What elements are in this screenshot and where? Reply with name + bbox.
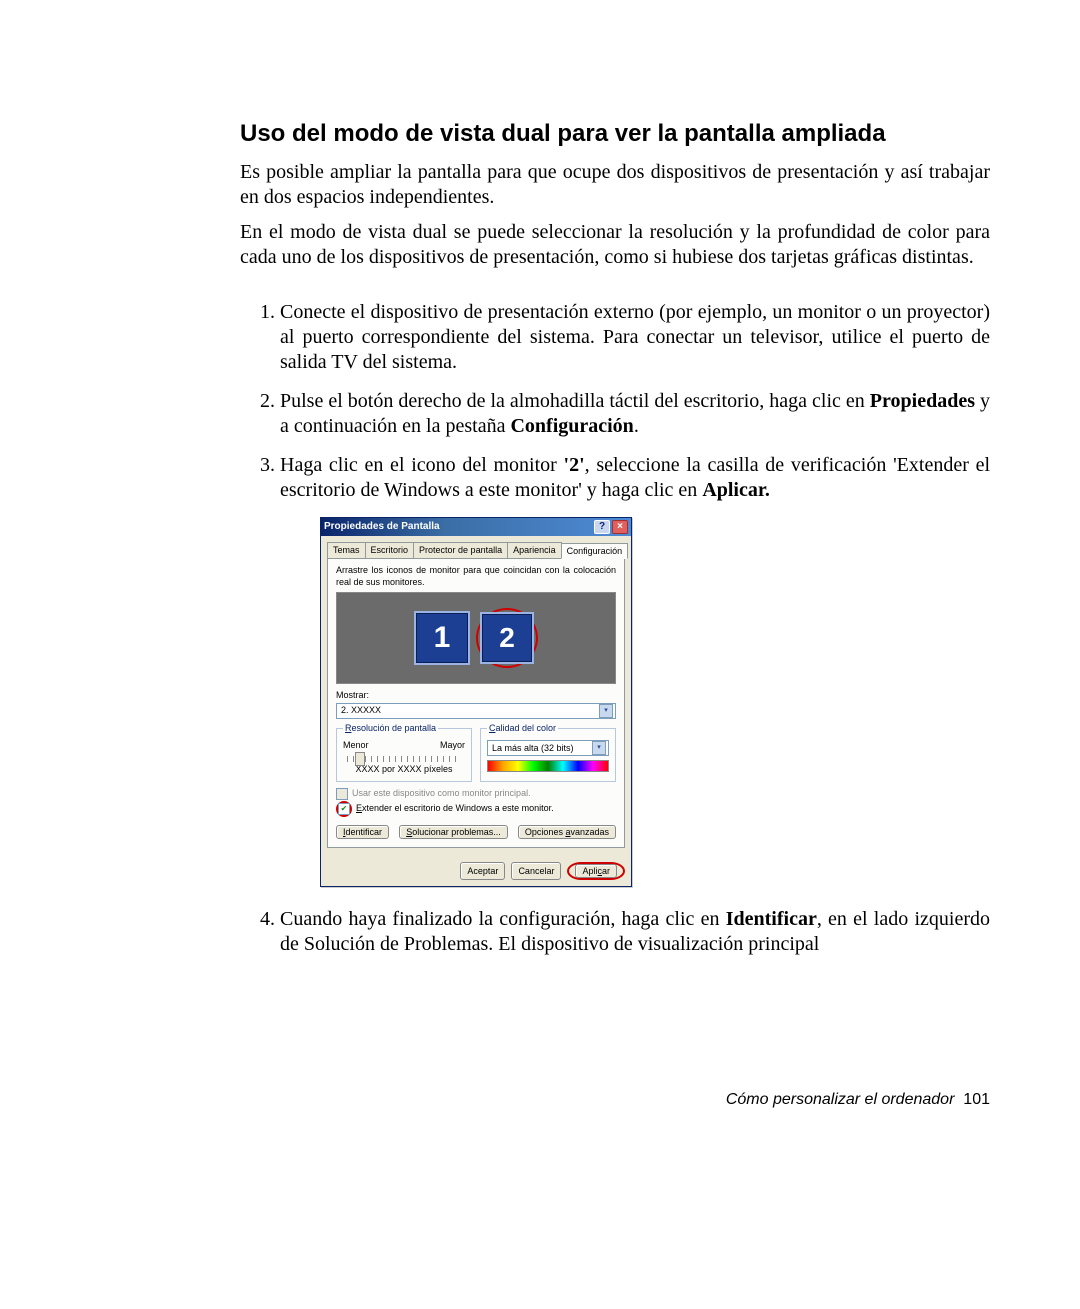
resolution-max-label: Mayor [440, 740, 465, 751]
apply-button[interactable]: Aplicar [575, 864, 617, 878]
page-footer: Cómo personalizar el ordenador 101 [726, 1091, 990, 1109]
footer-chapter: Cómo personalizar el ordenador [726, 1091, 955, 1108]
intro-paragraph-2: En el modo de vista dual se puede selecc… [240, 220, 990, 270]
extend-desktop-label: Extender el escritorio de Windows a este… [356, 803, 554, 814]
tab-escritorio[interactable]: Escritorio [365, 542, 415, 558]
chevron-down-icon[interactable]: ▾ [592, 741, 606, 755]
dialog-titlebar[interactable]: Propiedades de Pantalla ? × [321, 518, 631, 536]
resolution-group: Resolución de pantalla Menor Mayor XXXX … [336, 723, 472, 782]
slider-thumb[interactable] [355, 752, 365, 766]
help-icon[interactable]: ? [594, 520, 610, 534]
resolution-min-label: Menor [343, 740, 369, 751]
tab-apariencia[interactable]: Apariencia [507, 542, 562, 558]
checkbox-extend[interactable]: ✔ [338, 803, 350, 815]
tab-temas[interactable]: Temas [327, 542, 366, 558]
step-2: Pulse el botón derecho de la almohadilla… [280, 389, 990, 439]
checkbox-primary [336, 788, 348, 800]
resolution-slider[interactable] [347, 756, 461, 762]
ok-button[interactable]: Aceptar [460, 862, 505, 880]
resolution-legend: Resolución de pantalla [343, 723, 438, 734]
advanced-options-button[interactable]: Opciones avanzadas [518, 825, 616, 839]
tab-configuracion[interactable]: Configuración [561, 543, 629, 559]
step-1: Conecte el dispositivo de presentación e… [280, 300, 990, 375]
highlight-oval-apply: Aplicar [567, 862, 625, 880]
tab-protector[interactable]: Protector de pantalla [413, 542, 508, 558]
step-4: Cuando haya finalizado la configuración,… [280, 907, 990, 957]
display-properties-dialog: Propiedades de Pantalla ? × Temas Escrit… [320, 517, 632, 887]
steps-list: Conecte el dispositivo de presentación e… [240, 300, 990, 957]
troubleshoot-button[interactable]: Solucionar problemas... [399, 825, 508, 839]
highlight-circle-monitor2: 2 [476, 608, 538, 668]
chevron-down-icon[interactable]: ▾ [599, 704, 613, 718]
color-quality-group: Calidad del color La más alta (32 bits) … [480, 723, 616, 782]
color-legend: Calidad del color [487, 723, 558, 734]
monitor-arrangement-area[interactable]: 1 2 [336, 592, 616, 684]
section-title: Uso del modo de vista dual para ver la p… [240, 120, 990, 148]
step-3: Haga clic en el icono del monitor '2', s… [280, 453, 990, 887]
highlight-circle-extend-checkbox: ✔ [336, 801, 352, 817]
footer-page-number: 101 [963, 1091, 990, 1108]
monitor-1-icon[interactable]: 1 [414, 611, 470, 665]
display-selector[interactable]: 2. XXXXX ▾ [336, 703, 616, 719]
color-spectrum-bar [487, 760, 609, 772]
display-selector-value: 2. XXXXX [341, 705, 381, 716]
dialog-tabs: Temas Escritorio Protector de pantalla A… [327, 542, 625, 558]
drag-hint: Arrastre los iconos de monitor para que … [336, 565, 616, 588]
intro-paragraph-1: Es posible ampliar la pantalla para que … [240, 160, 990, 210]
mostrar-label: Mostrar: [336, 690, 616, 701]
extend-desktop-checkbox-row[interactable]: ✔ Extender el escritorio de Windows a es… [336, 801, 616, 817]
dialog-title: Propiedades de Pantalla [324, 521, 440, 534]
monitor-2-icon[interactable]: 2 [480, 612, 534, 664]
close-icon[interactable]: × [612, 520, 628, 534]
color-quality-value: La más alta (32 bits) [492, 743, 574, 754]
identify-button[interactable]: Identificar [336, 825, 389, 839]
color-quality-selector[interactable]: La más alta (32 bits) ▾ [487, 740, 609, 756]
primary-monitor-label: Usar este dispositivo como monitor princ… [352, 788, 531, 799]
primary-monitor-checkbox-row: Usar este dispositivo como monitor princ… [336, 788, 616, 800]
cancel-button[interactable]: Cancelar [511, 862, 561, 880]
